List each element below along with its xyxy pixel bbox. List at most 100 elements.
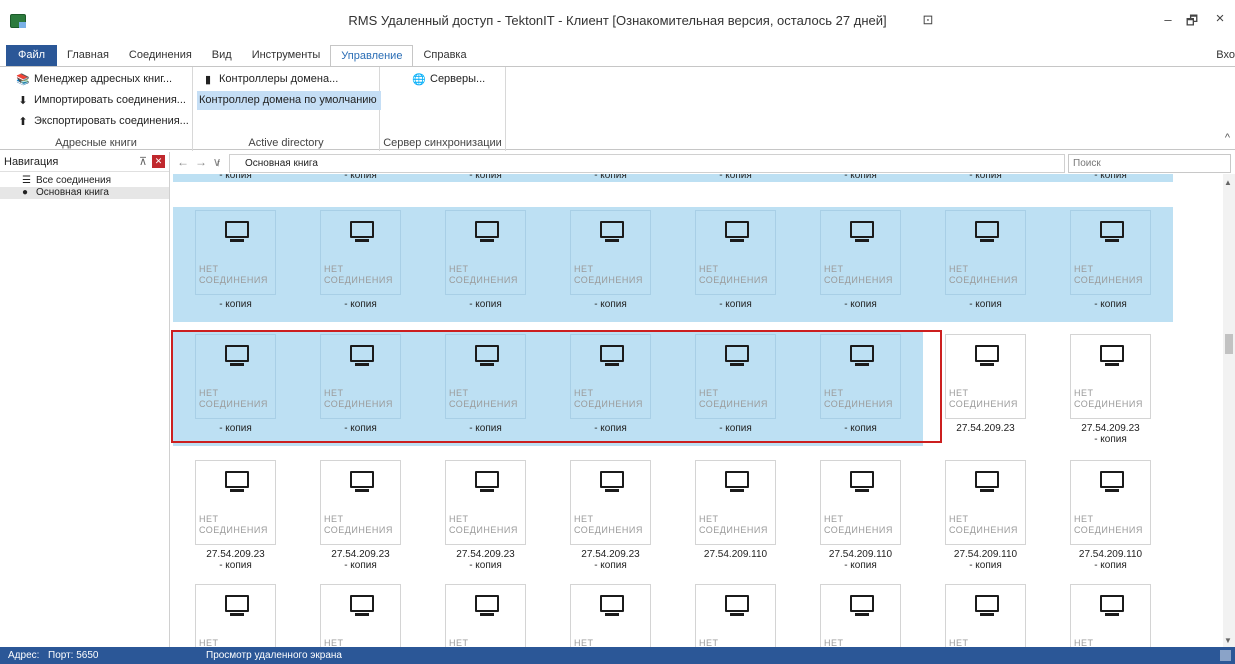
- connection-tile[interactable]: НЕТ СОЕДИНЕНИЯ 27.54.209.110 - копия: [923, 457, 1048, 572]
- address-book-manager-button[interactable]: 📚 Менеджер адресных книг...: [14, 70, 176, 89]
- connection-tile[interactable]: НЕТ СОЕДИНЕНИЯ - копия: [923, 207, 1048, 322]
- tile-label: - копия: [1094, 174, 1127, 181]
- tile-label: - копия: [969, 174, 1002, 181]
- navigation-pane: Навигация ⊼ ✕ ☰ Все соединения ● Основна…: [0, 152, 170, 647]
- tile-label: - копия: [219, 423, 252, 434]
- connection-tile[interactable]: НЕТ СОЕДИНЕНИЯ: [548, 581, 673, 647]
- connection-tile[interactable]: НЕТ СОЕДИНЕНИЯ - копия: [423, 207, 548, 322]
- connection-tile[interactable]: НЕТ СОЕДИНЕНИЯ - копия: [173, 331, 298, 446]
- connection-tile[interactable]: НЕТ СОЕДИНЕНИЯ - копия: [298, 331, 423, 446]
- maximize-button[interactable]: 🗗: [1180, 12, 1204, 34]
- servers-button[interactable]: 🌐 Серверы...: [410, 70, 489, 89]
- close-button[interactable]: ×: [1208, 10, 1232, 27]
- tile-frame: НЕТ СОЕДИНЕНИЯ: [445, 584, 526, 647]
- monitor-icon: [350, 595, 374, 616]
- path-field[interactable]: ↑ Основная книга: [216, 154, 1065, 173]
- pin-icon[interactable]: ⊼: [139, 155, 147, 168]
- tab-help[interactable]: Справка: [413, 45, 476, 66]
- minimize-button[interactable]: –: [1156, 12, 1180, 27]
- connection-tile[interactable]: НЕТ СОЕДИНЕНИЯ - копия: [173, 207, 298, 322]
- tab-management[interactable]: Управление: [330, 45, 414, 67]
- tile-label: - копия: [469, 423, 502, 434]
- connection-tile[interactable]: НЕТ СОЕДИНЕНИЯ - копия: [673, 207, 798, 322]
- books-icon: 📚: [16, 73, 30, 86]
- tab-view[interactable]: Вид: [202, 45, 242, 66]
- scroll-down-icon[interactable]: ▼: [1224, 636, 1232, 645]
- group-active-directory: ▮ Контроллеры домена... Контроллер домен…: [193, 67, 381, 151]
- connection-tile[interactable]: НЕТ СОЕДИНЕНИЯ - копия: [798, 207, 923, 322]
- connection-status: НЕТ СОЕДИНЕНИЯ: [1074, 388, 1143, 409]
- connection-tile[interactable]: НЕТ СОЕДИНЕНИЯ: [1048, 581, 1173, 647]
- connection-tile[interactable]: НЕТ СОЕДИНЕНИЯ 27.54.209.23: [923, 331, 1048, 446]
- connection-tile[interactable]: НЕТ СОЕДИНЕНИЯ - копия: [1048, 207, 1173, 322]
- tile-partial[interactable]: - копия: [423, 174, 548, 182]
- tile-partial[interactable]: - копия: [298, 174, 423, 182]
- tab-home[interactable]: Главная: [57, 45, 119, 66]
- connection-tile[interactable]: НЕТ СОЕДИНЕНИЯ - копия: [673, 331, 798, 446]
- scrollbar-thumb[interactable]: [1225, 334, 1233, 354]
- tile-partial[interactable]: - копия: [798, 174, 923, 182]
- connection-tile[interactable]: НЕТ СОЕДИНЕНИЯ - копия: [548, 331, 673, 446]
- search-input[interactable]: Поиск: [1068, 154, 1231, 173]
- connection-tile[interactable]: НЕТ СОЕДИНЕНИЯ 27.54.209.23 - копия: [298, 457, 423, 572]
- nav-item-all-connections[interactable]: ☰ Все соединения: [0, 175, 169, 187]
- scroll-up-icon[interactable]: ▲: [1224, 178, 1232, 187]
- domain-controllers-button[interactable]: ▮ Контроллеры домена...: [199, 70, 342, 89]
- connection-tile[interactable]: НЕТ СОЕДИНЕНИЯ - копия: [298, 207, 423, 322]
- connection-tile[interactable]: НЕТ СОЕДИНЕНИЯ - копия: [798, 331, 923, 446]
- tile-partial[interactable]: - копия: [673, 174, 798, 182]
- connection-status: НЕТ СОЕДИНЕНИЯ: [199, 264, 268, 285]
- monitor-icon: [725, 345, 749, 366]
- tile-frame: НЕТ СОЕДИНЕНИЯ: [820, 460, 901, 545]
- tile-label: - копия: [969, 299, 1002, 310]
- connection-tile[interactable]: НЕТ СОЕДИНЕНИЯ 27.54.209.23 - копия: [548, 457, 673, 572]
- tile-partial[interactable]: - копия: [173, 174, 298, 182]
- vertical-scrollbar[interactable]: ▲ ▼: [1223, 174, 1235, 647]
- connection-status: НЕТ СОЕДИНЕНИЯ: [824, 514, 893, 535]
- import-connections-button[interactable]: ⬇ Импортировать соединения...: [14, 91, 190, 110]
- tile-partial[interactable]: - копия: [923, 174, 1048, 182]
- connection-tile[interactable]: НЕТ СОЕДИНЕНИЯ 27.54.209.110 - копия: [798, 457, 923, 572]
- connection-tile[interactable]: НЕТ СОЕДИНЕНИЯ: [923, 581, 1048, 647]
- resize-grip[interactable]: [1220, 650, 1231, 661]
- connection-tile[interactable]: НЕТ СОЕДИНЕНИЯ 27.54.209.23 - копия: [423, 457, 548, 572]
- connection-status: НЕТ СОЕДИНЕНИЯ: [824, 638, 844, 647]
- connection-tile[interactable]: НЕТ СОЕДИНЕНИЯ - копия: [548, 207, 673, 322]
- connection-tile[interactable]: НЕТ СОЕДИНЕНИЯ: [798, 581, 923, 647]
- login-link[interactable]: Вхо: [1216, 49, 1235, 61]
- up-arrow-icon[interactable]: ↑: [216, 155, 221, 172]
- export-connections-button[interactable]: ⬆ Экспортировать соединения...: [14, 112, 193, 131]
- tile-partial[interactable]: - копия: [548, 174, 673, 182]
- tile-frame: НЕТ СОЕДИНЕНИЯ: [945, 210, 1026, 295]
- tile-frame: НЕТ СОЕДИНЕНИЯ: [945, 460, 1026, 545]
- tile-label: - копия: [844, 174, 877, 181]
- connection-tile[interactable]: НЕТ СОЕДИНЕНИЯ: [423, 581, 548, 647]
- tile-label: - копия: [594, 423, 627, 434]
- connection-tile[interactable]: НЕТ СОЕДИНЕНИЯ 27.54.209.23 - копия: [1048, 331, 1173, 446]
- monitor-icon: [225, 221, 249, 242]
- tab-tools[interactable]: Инструменты: [242, 45, 331, 66]
- nav-close-icon[interactable]: ✕: [152, 155, 165, 168]
- domain-controllers-label: Контроллеры домена...: [219, 73, 339, 85]
- connection-tile[interactable]: НЕТ СОЕДИНЕНИЯ 27.54.209.110: [673, 457, 798, 572]
- arrow-down-icon: ⬇: [18, 94, 28, 107]
- connection-status: НЕТ СОЕДИНЕНИЯ: [574, 514, 643, 535]
- tab-file[interactable]: Файл: [6, 45, 58, 66]
- connection-tile[interactable]: НЕТ СОЕДИНЕНИЯ: [298, 581, 423, 647]
- layout-icon[interactable]: ⊡: [916, 12, 940, 28]
- connection-tile[interactable]: НЕТ СОЕДИНЕНИЯ 27.54.209.110 - копия: [1048, 457, 1173, 572]
- back-arrow-icon[interactable]: ←: [173, 155, 193, 169]
- connection-tile[interactable]: НЕТ СОЕДИНЕНИЯ 27.54.209.23 - копия: [173, 457, 298, 572]
- nav-item-main-book[interactable]: ● Основная книга: [0, 187, 169, 199]
- monitor-icon: [1100, 221, 1124, 242]
- default-domain-controller-button[interactable]: Контроллер домена по умолчанию: [197, 91, 381, 110]
- tile-partial[interactable]: - копия: [1048, 174, 1173, 182]
- tab-connections[interactable]: Соединения: [119, 45, 202, 66]
- connection-tile[interactable]: НЕТ СОЕДИНЕНИЯ: [173, 581, 298, 647]
- connection-tile[interactable]: НЕТ СОЕДИНЕНИЯ - копия: [423, 331, 548, 446]
- tile-label: 27.54.209.23 - копия: [331, 549, 390, 571]
- monitor-icon: [600, 221, 624, 242]
- monitor-icon: [350, 471, 374, 492]
- collapse-ribbon-icon[interactable]: ^: [1225, 132, 1230, 144]
- connection-tile[interactable]: НЕТ СОЕДИНЕНИЯ: [673, 581, 798, 647]
